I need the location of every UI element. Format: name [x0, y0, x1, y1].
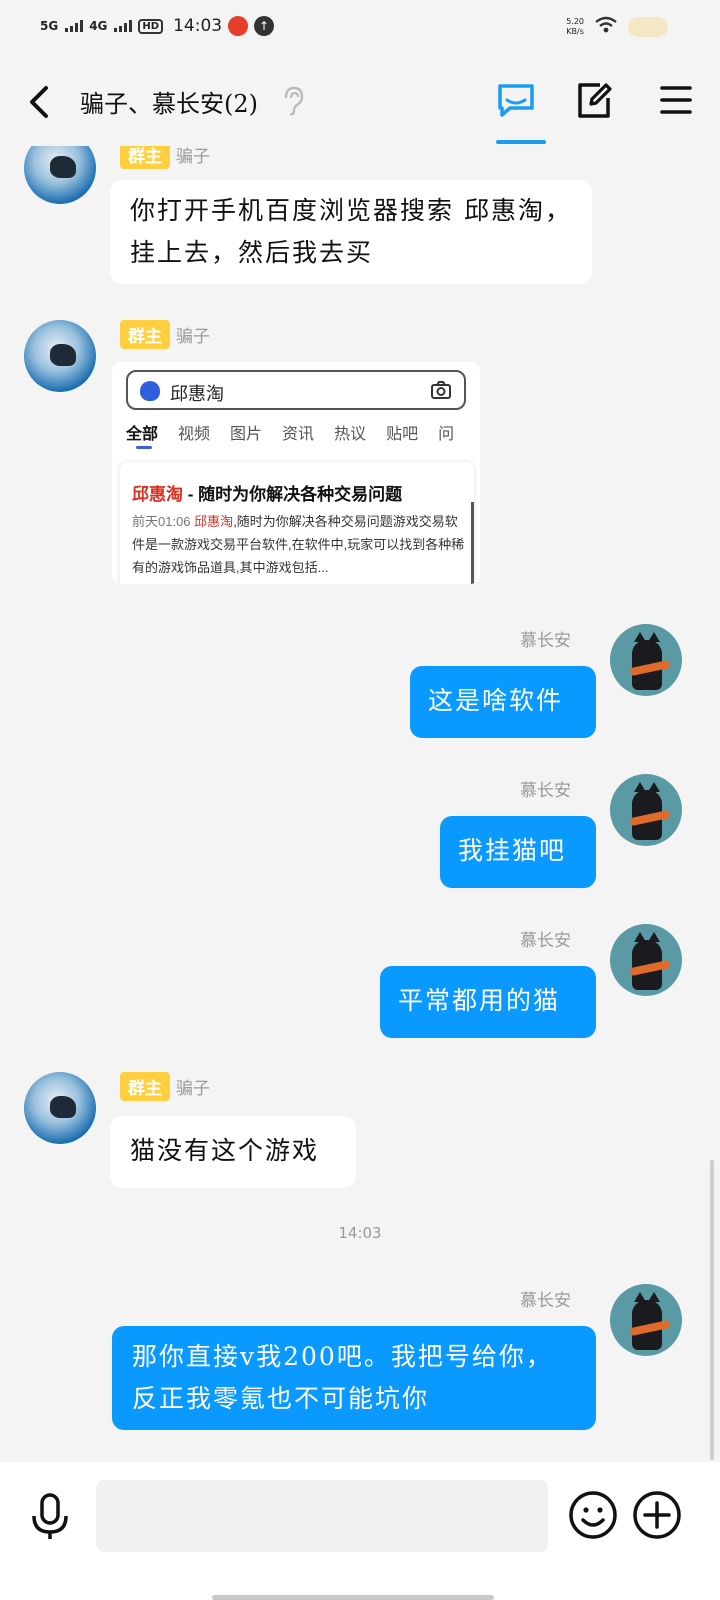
time-divider: 14:03: [338, 1224, 382, 1242]
search-box-image: 邱惠淘: [126, 370, 466, 410]
search-tab: 全部: [126, 426, 159, 443]
image-message[interactable]: 邱惠淘 全部 视频 图片 资讯 热议 贴吧 问 邱惠淘 - 随时为你解决各种交易…: [112, 362, 480, 584]
menu-button[interactable]: [660, 80, 692, 124]
avatar-self[interactable]: [610, 1284, 682, 1356]
tab-notes[interactable]: [576, 80, 614, 124]
search-tab-indicator: [136, 446, 152, 449]
voice-button[interactable]: [28, 1492, 72, 1546]
signal-bars-icon: [65, 20, 84, 32]
plus-circle-icon: [633, 1491, 681, 1539]
sender-name: 骗子: [176, 1079, 210, 1099]
scrollbar[interactable]: [710, 1160, 714, 1460]
home-indicator[interactable]: [212, 1595, 494, 1600]
result-scroll-indicator: [471, 502, 474, 584]
message-bubble[interactable]: 那你直接v我200吧。我把号给你，反正我零氪也不可能坑你: [112, 1326, 596, 1430]
battery-icon: [628, 17, 668, 37]
sender-name: 慕长安: [520, 631, 571, 651]
result-name: 邱惠淘: [194, 514, 234, 529]
back-button[interactable]: [24, 82, 56, 122]
sender-name: 骗子: [176, 147, 210, 167]
baidu-logo-icon: [140, 381, 160, 401]
search-result: 邱惠淘 - 随时为你解决各种交易问题 前天01:06 邱惠淘,随时为你解决各种交…: [120, 462, 474, 584]
microphone-icon: [32, 1493, 68, 1539]
search-tab: 问: [438, 426, 455, 443]
network-4g: 4G: [89, 19, 108, 33]
sender-name: 慕长安: [520, 781, 571, 801]
result-title: 邱惠淘 - 随时为你解决各种交易问题: [132, 480, 402, 505]
avatar-self[interactable]: [610, 624, 682, 696]
hd-voice-icon: HD: [138, 18, 164, 34]
network-5g: 5G: [40, 19, 59, 33]
message-bubble[interactable]: 平常都用的猫: [380, 966, 596, 1038]
owner-badge: 群主: [120, 146, 170, 169]
signal-bars-icon: [114, 20, 133, 32]
message-list[interactable]: 群主 骗子 你打开手机百度浏览器搜索 邱惠淘，挂上去，然后我去买 群主 骗子 邱…: [0, 146, 720, 1490]
avatar-other[interactable]: [24, 320, 96, 392]
speed-value: 5.20: [566, 17, 584, 26]
emoji-button[interactable]: [568, 1490, 618, 1544]
avatar-other[interactable]: [24, 1072, 96, 1144]
result-date: 前天01:06: [132, 514, 191, 529]
wifi-icon: [594, 16, 618, 38]
result-title-rest: - 随时为你解决各种交易问题: [183, 485, 403, 504]
chat-header: 骗子、慕长安(2): [0, 56, 720, 146]
owner-badge: 群主: [120, 320, 170, 349]
search-tab: 视频: [178, 426, 211, 443]
status-bar: 5G 4G HD 14:03 ↑ 5.20 KB/s: [0, 0, 720, 56]
hamburger-icon: [660, 86, 692, 114]
result-description: 前天01:06 邱惠淘,随时为你解决各种交易问题游戏交易软件是一款游戏交易平台软…: [132, 510, 466, 579]
smiley-icon: [569, 1491, 617, 1539]
result-title-name: 邱惠淘: [132, 485, 183, 504]
search-tab: 热议: [334, 426, 367, 443]
search-tab: 贴吧: [386, 426, 419, 443]
search-tab: 资讯: [282, 426, 315, 443]
owner-badge: 群主: [120, 1072, 170, 1101]
app-notification-icon: [228, 16, 249, 36]
message-bubble[interactable]: 这是啥软件: [410, 666, 596, 738]
message-bubble[interactable]: 我挂猫吧: [440, 816, 596, 888]
chevron-left-icon: [30, 86, 48, 118]
speed-unit: KB/s: [566, 27, 584, 36]
chat-title[interactable]: 骗子、慕长安(2): [80, 84, 258, 119]
message-bubble[interactable]: 你打开手机百度浏览器搜索 邱惠淘，挂上去，然后我去买: [110, 180, 592, 284]
message-bubble[interactable]: 猫没有这个游戏: [110, 1116, 356, 1188]
camera-icon: [430, 380, 452, 400]
avatar-self[interactable]: [610, 774, 682, 846]
avatar-other[interactable]: [24, 146, 96, 204]
message-meta: 群主 骗子: [120, 146, 210, 169]
edit-note-icon: [578, 83, 612, 118]
message-meta: 群主 骗子: [120, 320, 210, 349]
tab-chat[interactable]: [496, 80, 536, 124]
ear-icon: [282, 86, 304, 120]
sender-name: 慕长安: [520, 931, 571, 951]
input-bar: [0, 1462, 720, 1600]
sender-name: 骗子: [176, 327, 210, 347]
search-tab: 图片: [230, 426, 263, 443]
search-tabs: 全部 视频 图片 资讯 热议 贴吧 问: [126, 420, 454, 444]
message-input[interactable]: [96, 1480, 548, 1552]
clock: 14:03: [173, 16, 223, 36]
chat-bubble-icon: [498, 84, 534, 117]
upload-icon: ↑: [254, 16, 275, 36]
active-tab-indicator: [496, 140, 546, 144]
network-speed: 5.20 KB/s: [566, 17, 584, 37]
more-button[interactable]: [632, 1490, 682, 1544]
sender-name: 慕长安: [520, 1291, 571, 1311]
search-query: 邱惠淘: [170, 384, 224, 404]
message-meta: 群主 骗子: [120, 1072, 210, 1101]
avatar-self[interactable]: [610, 924, 682, 996]
